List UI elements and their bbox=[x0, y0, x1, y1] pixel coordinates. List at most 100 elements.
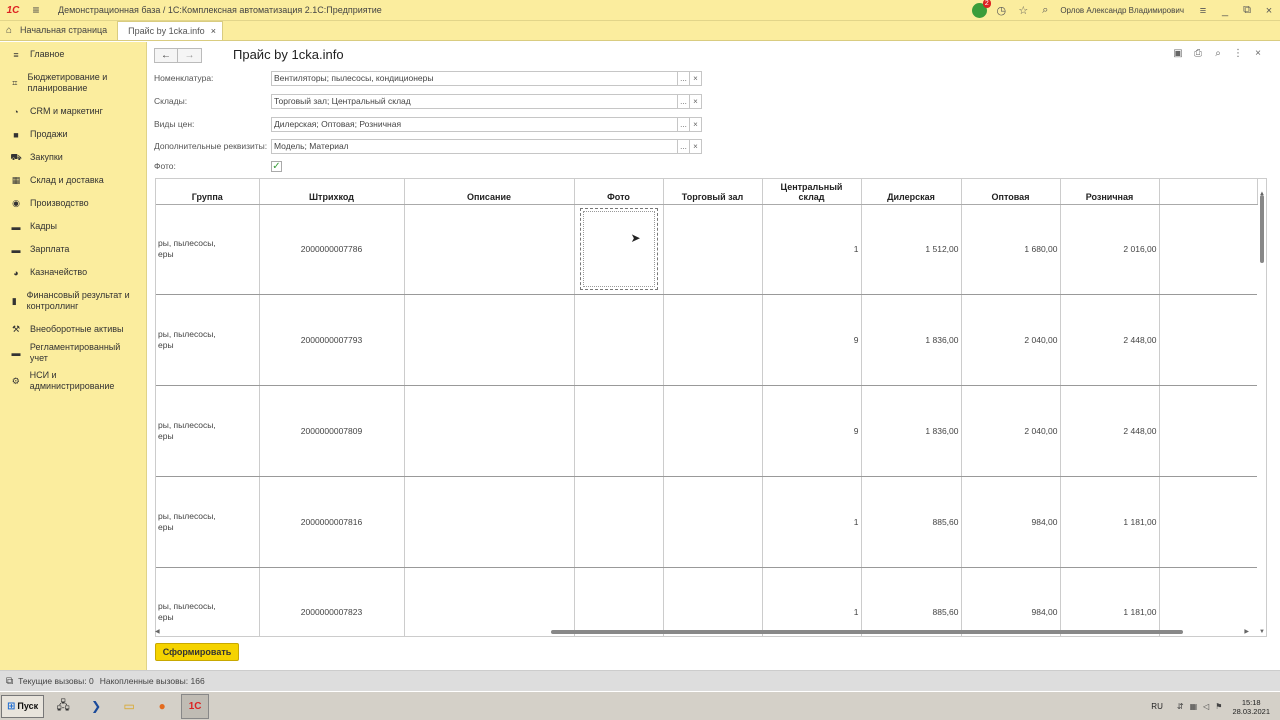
photo-checkbox[interactable]: ✓ bbox=[271, 160, 282, 172]
cell-retail[interactable]: 1 181,00 bbox=[1060, 476, 1160, 568]
cell-central[interactable]: 9 bbox=[762, 385, 862, 477]
sidebar-item-main[interactable]: ≡ Главное bbox=[0, 43, 146, 66]
cell-barcode[interactable]: 2000000007809 bbox=[259, 385, 405, 477]
clock[interactable]: 15:18 28.03.2021 bbox=[1232, 698, 1270, 716]
table-row[interactable]: ры, пылесосы, еры 2000000007809 9 1 836,… bbox=[156, 385, 1257, 477]
cell-description[interactable] bbox=[404, 204, 575, 296]
explorer-icon[interactable]: ▭ bbox=[115, 694, 143, 719]
vertical-scrollbar[interactable]: ▲ ▼ bbox=[1258, 191, 1266, 635]
table-row[interactable]: ры, пылесосы, еры 2000000007786 ➤ 1 1 51… bbox=[156, 204, 1257, 296]
sidebar-item-sales[interactable]: ■ Продажи bbox=[0, 123, 146, 146]
1c-app-icon[interactable]: 1С bbox=[181, 693, 210, 719]
choose-button[interactable]: ... bbox=[678, 138, 690, 154]
sidebar-item-hr[interactable]: ▬ Кадры bbox=[0, 215, 146, 238]
sidebar-item-production[interactable]: ◉ Производство bbox=[0, 192, 146, 215]
network-icon[interactable]: ▦ bbox=[1190, 702, 1198, 711]
cell-retail[interactable]: 1 181,00 bbox=[1060, 567, 1160, 636]
cell-central[interactable]: 1 bbox=[762, 476, 862, 568]
choose-button[interactable]: ... bbox=[678, 93, 690, 109]
cell-dealer[interactable]: 885,60 bbox=[861, 476, 962, 568]
back-button[interactable]: ← bbox=[154, 48, 178, 63]
choose-button[interactable]: ... bbox=[678, 70, 690, 86]
table-row[interactable]: ры, пылесосы, еры 2000000007816 1 885,60… bbox=[156, 476, 1257, 568]
more-icon[interactable]: ⋮ bbox=[1228, 48, 1248, 59]
choose-button[interactable]: ... bbox=[678, 116, 690, 132]
search-icon[interactable]: ⌕ bbox=[1034, 0, 1056, 21]
close-form-icon[interactable]: × bbox=[1248, 48, 1268, 59]
cell-description[interactable] bbox=[404, 567, 575, 636]
cell-wholesale[interactable]: 984,00 bbox=[961, 476, 1061, 568]
server-app-icon[interactable]: 🖧 bbox=[49, 694, 77, 719]
1c-logo-icon[interactable]: 1С bbox=[0, 0, 26, 21]
col-header-retail[interactable]: Розничная bbox=[1060, 179, 1160, 205]
cell-wholesale[interactable]: 984,00 bbox=[961, 567, 1061, 636]
cell-central[interactable]: 9 bbox=[762, 294, 862, 386]
col-header-barcode[interactable]: Штрихкод bbox=[259, 179, 405, 205]
col-header-retail-hall[interactable]: Торговый зал bbox=[663, 179, 763, 205]
clear-button[interactable]: × bbox=[690, 93, 702, 109]
price-types-field[interactable]: Дилерская; Оптовая; Розничная bbox=[271, 116, 678, 132]
cell-dealer[interactable]: 1 836,00 bbox=[861, 294, 962, 386]
cell-description[interactable] bbox=[404, 385, 575, 477]
cell-retail-hall[interactable] bbox=[663, 476, 763, 568]
cell-central[interactable]: 1 bbox=[762, 204, 862, 296]
sidebar-item-warehouse[interactable]: ▦ Склад и доставка bbox=[0, 169, 146, 192]
cell-group[interactable]: ры, пылесосы, еры bbox=[156, 385, 260, 477]
cell-description[interactable] bbox=[404, 476, 575, 568]
cell-retail-hall[interactable] bbox=[663, 294, 763, 386]
powershell-icon[interactable]: ❯ bbox=[82, 694, 110, 719]
preview-icon[interactable]: ⌕ bbox=[1208, 48, 1228, 59]
cell-description[interactable] bbox=[404, 294, 575, 386]
sidebar-item-admin[interactable]: ⚙ НСИ и администрирование bbox=[0, 364, 146, 398]
cell-photo[interactable] bbox=[574, 294, 664, 386]
restore-icon[interactable]: ⧉ bbox=[1236, 0, 1258, 21]
cell-dealer[interactable]: 885,60 bbox=[861, 567, 962, 636]
table-row[interactable]: ры, пылесосы, еры 2000000007823 1 885,60… bbox=[156, 567, 1257, 636]
cell-photo[interactable] bbox=[574, 476, 664, 568]
col-header-group[interactable]: Группа bbox=[156, 179, 260, 205]
sidebar-item-purchases[interactable]: ⛟ Закупки bbox=[0, 146, 146, 169]
cell-retail-hall[interactable] bbox=[663, 567, 763, 636]
extra-field[interactable]: Модель; Материал bbox=[271, 138, 678, 154]
col-header-central[interactable]: Центральный склад bbox=[762, 179, 862, 205]
cell-group[interactable]: ры, пылесосы, еры bbox=[156, 567, 260, 636]
nomenclature-field[interactable]: Вентиляторы; пылесосы, кондиционеры bbox=[271, 70, 678, 86]
cell-photo[interactable]: ➤ bbox=[574, 204, 664, 296]
cell-dealer[interactable]: 1 836,00 bbox=[861, 385, 962, 477]
cell-retail[interactable]: 2 448,00 bbox=[1060, 294, 1160, 386]
sidebar-item-accounting[interactable]: ▬ Регламентированный учет bbox=[0, 341, 146, 364]
settings-menu-icon[interactable]: ≡ bbox=[1192, 0, 1214, 21]
sidebar-item-crm[interactable]: ◔ CRM и маркетинг bbox=[0, 100, 146, 123]
col-header-dealer[interactable]: Дилерская bbox=[861, 179, 962, 205]
favorites-icon[interactable]: ☆ bbox=[1012, 0, 1034, 21]
clear-button[interactable]: × bbox=[690, 138, 702, 154]
history-icon[interactable]: ◷ bbox=[990, 0, 1012, 21]
sidebar-item-finance[interactable]: ▮ Финансовый результат и контроллинг bbox=[0, 284, 146, 318]
cell-retail[interactable]: 2 448,00 bbox=[1060, 385, 1160, 477]
cell-barcode[interactable]: 2000000007816 bbox=[259, 476, 405, 568]
scroll-right-icon[interactable]: ▶ bbox=[1244, 628, 1249, 635]
col-header-wholesale[interactable]: Оптовая bbox=[961, 179, 1061, 205]
sidebar-item-budget[interactable]: ⌗ Бюджетирование и планирование bbox=[0, 66, 146, 100]
col-header-photo[interactable]: Фото bbox=[574, 179, 664, 205]
close-icon[interactable]: × bbox=[1258, 0, 1280, 21]
cell-barcode[interactable]: 2000000007786 bbox=[259, 204, 405, 296]
cell-retail-hall[interactable] bbox=[663, 204, 763, 296]
cell-group[interactable]: ры, пылесосы, еры bbox=[156, 204, 260, 296]
col-header-description[interactable]: Описание bbox=[404, 179, 575, 205]
notifications-button[interactable]: 2 bbox=[968, 0, 991, 21]
tab-close-icon[interactable]: × bbox=[211, 26, 216, 36]
horizontal-scrollbar[interactable]: ◀ ▶ bbox=[155, 628, 1255, 636]
scroll-down-icon[interactable]: ▼ bbox=[1259, 629, 1265, 635]
firefox-icon[interactable]: ● bbox=[148, 694, 176, 719]
start-button[interactable]: ⊞ Пуск bbox=[1, 694, 45, 718]
user-name[interactable]: Орлов Александр Владимирович bbox=[1060, 6, 1184, 15]
tab-home[interactable]: ⌂ Начальная страница bbox=[0, 20, 117, 40]
cell-wholesale[interactable]: 2 040,00 bbox=[961, 385, 1061, 477]
cell-central[interactable]: 1 bbox=[762, 567, 862, 636]
warehouses-field[interactable]: Торговый зал; Центральный склад bbox=[271, 93, 678, 109]
print-icon[interactable]: ⎙ bbox=[1188, 48, 1208, 59]
cell-wholesale[interactable]: 1 680,00 bbox=[961, 204, 1061, 296]
main-menu-icon[interactable]: ≡ bbox=[26, 3, 46, 17]
cell-dealer[interactable]: 1 512,00 bbox=[861, 204, 962, 296]
